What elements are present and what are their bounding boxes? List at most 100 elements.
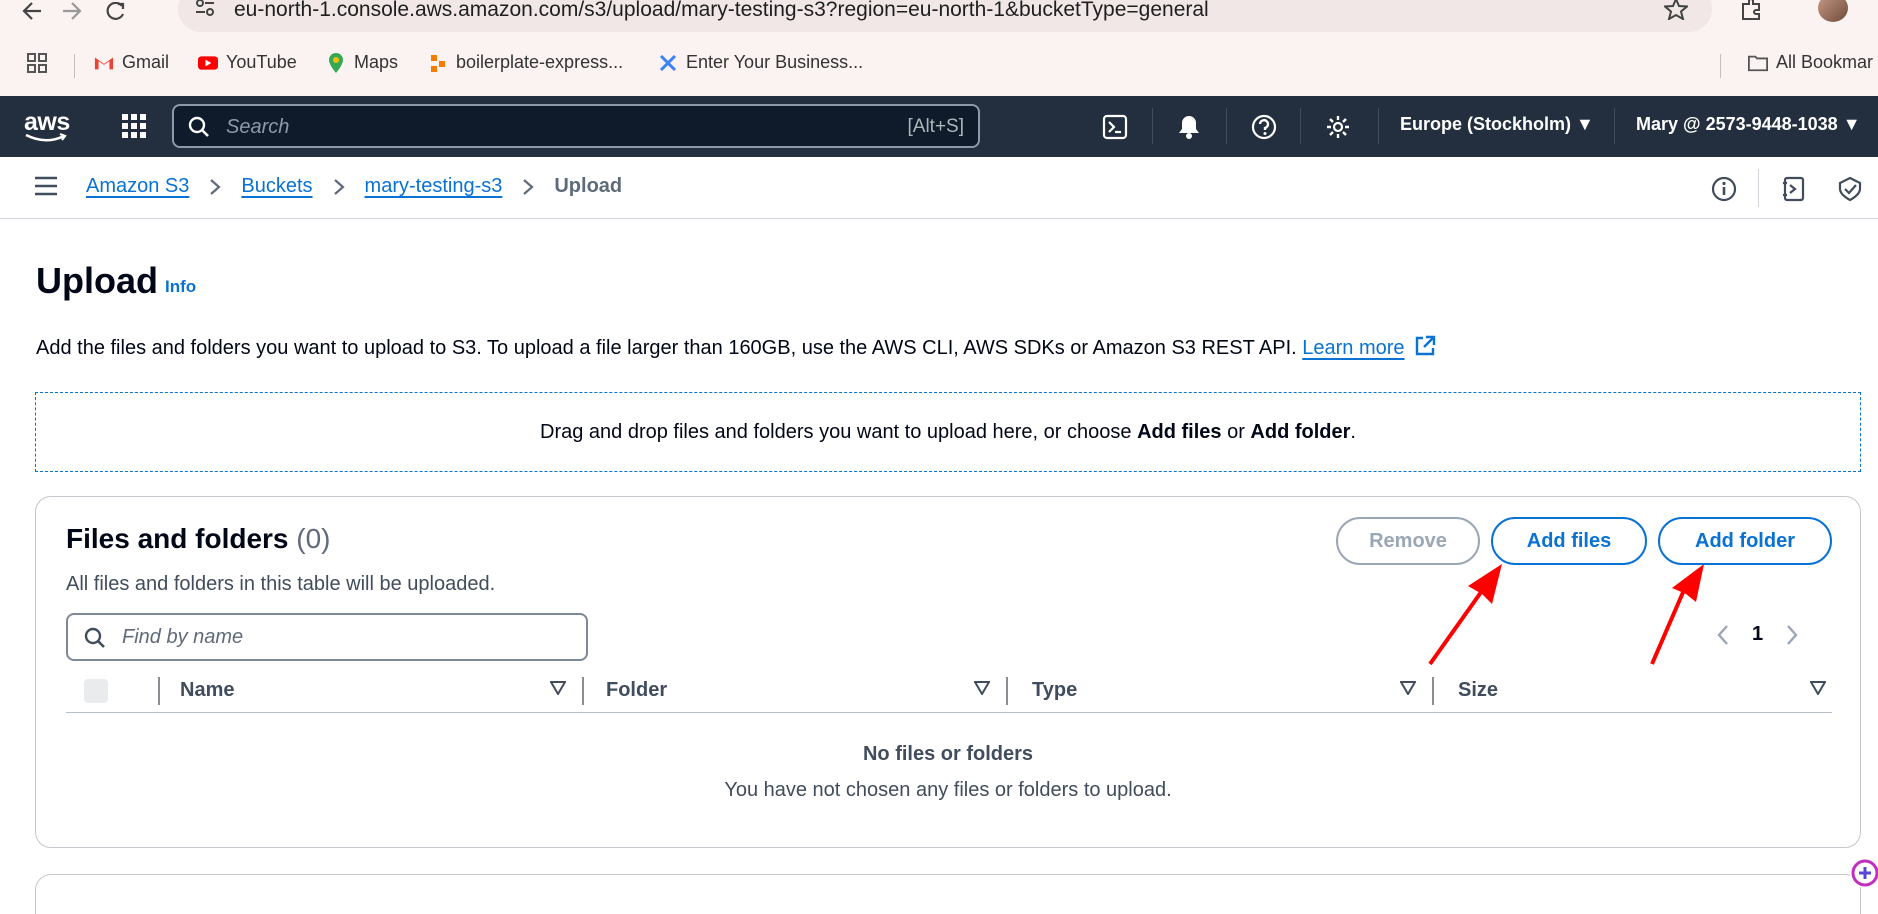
sort-down-icon[interactable] [1810, 681, 1826, 695]
aws-logo[interactable]: aws [24, 108, 70, 143]
breadcrumb-amazon-s3[interactable]: Amazon S3 [86, 175, 189, 198]
extensions-icon[interactable] [1740, 0, 1764, 20]
add-folder-button[interactable]: Add folder [1658, 517, 1832, 565]
previous-page-icon[interactable] [1716, 624, 1730, 646]
assistant-badge[interactable] [1850, 858, 1878, 888]
bookmark-star-icon[interactable] [1664, 0, 1688, 20]
empty-state-message: You have not chosen any files or folders… [724, 779, 1172, 801]
bookmark-business[interactable]: Enter Your Business... [658, 52, 863, 73]
info-link[interactable]: Info [165, 277, 196, 297]
page-number[interactable]: 1 [1752, 623, 1763, 646]
notifications-bell-icon[interactable] [1174, 112, 1204, 142]
cloudshell-icon[interactable] [1100, 112, 1130, 142]
profile-avatar[interactable] [1818, 0, 1848, 22]
maps-icon [326, 52, 346, 73]
search-icon [84, 627, 106, 649]
breadcrumb-buckets[interactable]: Buckets [241, 175, 312, 198]
region-selector[interactable]: Europe (Stockholm) ▼ [1400, 114, 1594, 135]
column-divider [582, 677, 584, 705]
bookmark-boilerplate[interactable]: boilerplate-express... [428, 52, 623, 73]
pagination: 1 [1716, 623, 1799, 646]
description-text: Add the files and folders you want to up… [36, 337, 1297, 359]
account-menu[interactable]: Mary @ 2573-9448-1038 ▼ [1636, 114, 1861, 135]
annotation-arrow-add-files [1428, 564, 1502, 666]
column-header-name[interactable]: Name [180, 679, 234, 702]
bookmark-maps[interactable]: Maps [326, 52, 398, 73]
files-table-header: Name Folder Type Size [66, 669, 1832, 713]
dropzone-add-files: Add files [1137, 421, 1222, 443]
column-divider [1432, 677, 1434, 705]
search-placeholder: Search [226, 116, 290, 138]
url-text[interactable]: eu-north-1.console.aws.amazon.com/s3/upl… [234, 0, 1209, 22]
bookmark-gmail[interactable]: Gmail [94, 52, 169, 73]
empty-state-title: No files or folders [862, 743, 1034, 765]
breadcrumb-current: Upload [554, 175, 623, 197]
forward-icon[interactable] [58, 0, 86, 22]
all-bookmarks[interactable]: All Bookmar [1748, 52, 1873, 73]
column-header-type[interactable]: Type [1032, 679, 1077, 702]
console-search-input[interactable]: Search [Alt+S] [172, 104, 980, 148]
nav-divider [1614, 108, 1615, 144]
settings-gear-icon[interactable] [1323, 112, 1353, 142]
bookmarks-bar: Gmail YouTube Maps boilerplate-express..… [0, 46, 1878, 80]
column-divider [1006, 677, 1008, 705]
gmail-icon [94, 53, 114, 73]
bookmark-label: Maps [354, 52, 399, 72]
external-link-icon[interactable] [1414, 335, 1436, 357]
apps-grid-icon[interactable] [26, 52, 48, 74]
next-page-icon[interactable] [1785, 624, 1799, 646]
files-count: (0) [296, 523, 331, 554]
breadcrumb: Amazon S3 Buckets mary-testing-s3 Upload [86, 175, 622, 198]
breadcrumb-bucket[interactable]: mary-testing-s3 [365, 175, 503, 198]
sort-down-icon[interactable] [974, 681, 990, 695]
column-divider [158, 677, 160, 705]
bookmark-label: Enter Your Business... [686, 52, 864, 72]
column-header-size[interactable]: Size [1458, 679, 1498, 702]
upload-dropzone[interactable]: Drag and drop files and folders you want… [35, 392, 1861, 472]
dropzone-or: or [1221, 421, 1251, 443]
business-icon [658, 53, 678, 73]
sort-down-icon[interactable] [1400, 681, 1416, 695]
nav-divider [1226, 108, 1227, 144]
chevron-right-icon [333, 178, 345, 196]
search-icon [188, 116, 210, 138]
help-icon[interactable] [1249, 112, 1279, 142]
youtube-icon [198, 53, 218, 73]
notes-panel-icon[interactable] [1780, 175, 1808, 203]
aws-top-nav: aws Search [Alt+S] Europe (Stockholm) ▼ … [0, 96, 1878, 157]
breadcrumb-bar: Amazon S3 Buckets mary-testing-s3 Upload [0, 157, 1878, 219]
chevron-right-icon [209, 178, 222, 196]
bookmark-youtube[interactable]: YouTube [198, 52, 297, 73]
remove-button[interactable]: Remove [1336, 517, 1480, 565]
dropzone-add-folder: Add folder [1250, 421, 1351, 443]
page-description: Add the files and folders you want to up… [36, 335, 1436, 360]
chevron-right-icon [522, 178, 535, 196]
bookmarks-divider [74, 54, 75, 78]
destination-panel [35, 874, 1861, 914]
folder-icon [1748, 53, 1768, 73]
shield-icon[interactable] [1836, 175, 1864, 203]
address-row: eu-north-1.console.aws.amazon.com/s3/upl… [0, 0, 1878, 40]
dropzone-prefix: Drag and drop files and folders you want… [540, 421, 1138, 443]
side-nav-menu-icon[interactable] [34, 175, 58, 197]
bookmarks-divider [1720, 54, 1721, 78]
learn-more-link[interactable]: Learn more [1302, 337, 1404, 359]
reload-icon[interactable] [102, 0, 130, 22]
select-all-checkbox[interactable] [84, 679, 108, 703]
all-bookmarks-label: All Bookmar [1776, 52, 1874, 72]
learn-more-label: Learn more [1302, 337, 1405, 359]
info-panel-icon[interactable] [1710, 175, 1738, 203]
column-header-folder[interactable]: Folder [606, 679, 667, 702]
add-files-button[interactable]: Add files [1491, 517, 1647, 565]
services-menu-icon[interactable] [120, 112, 148, 140]
sort-down-icon[interactable] [550, 681, 566, 695]
nav-divider [1378, 108, 1379, 144]
search-shortcut: [Alt+S] [907, 116, 965, 137]
site-settings-icon[interactable] [194, 0, 218, 20]
dropzone-suffix: . [1350, 421, 1356, 443]
find-by-name-input[interactable]: Find by name [66, 613, 588, 661]
dropzone-text: Drag and drop files and folders you want… [36, 421, 1860, 444]
annotation-arrow-add-folder [1650, 564, 1704, 665]
boilerplate-icon [428, 53, 448, 73]
back-icon[interactable] [18, 0, 46, 22]
